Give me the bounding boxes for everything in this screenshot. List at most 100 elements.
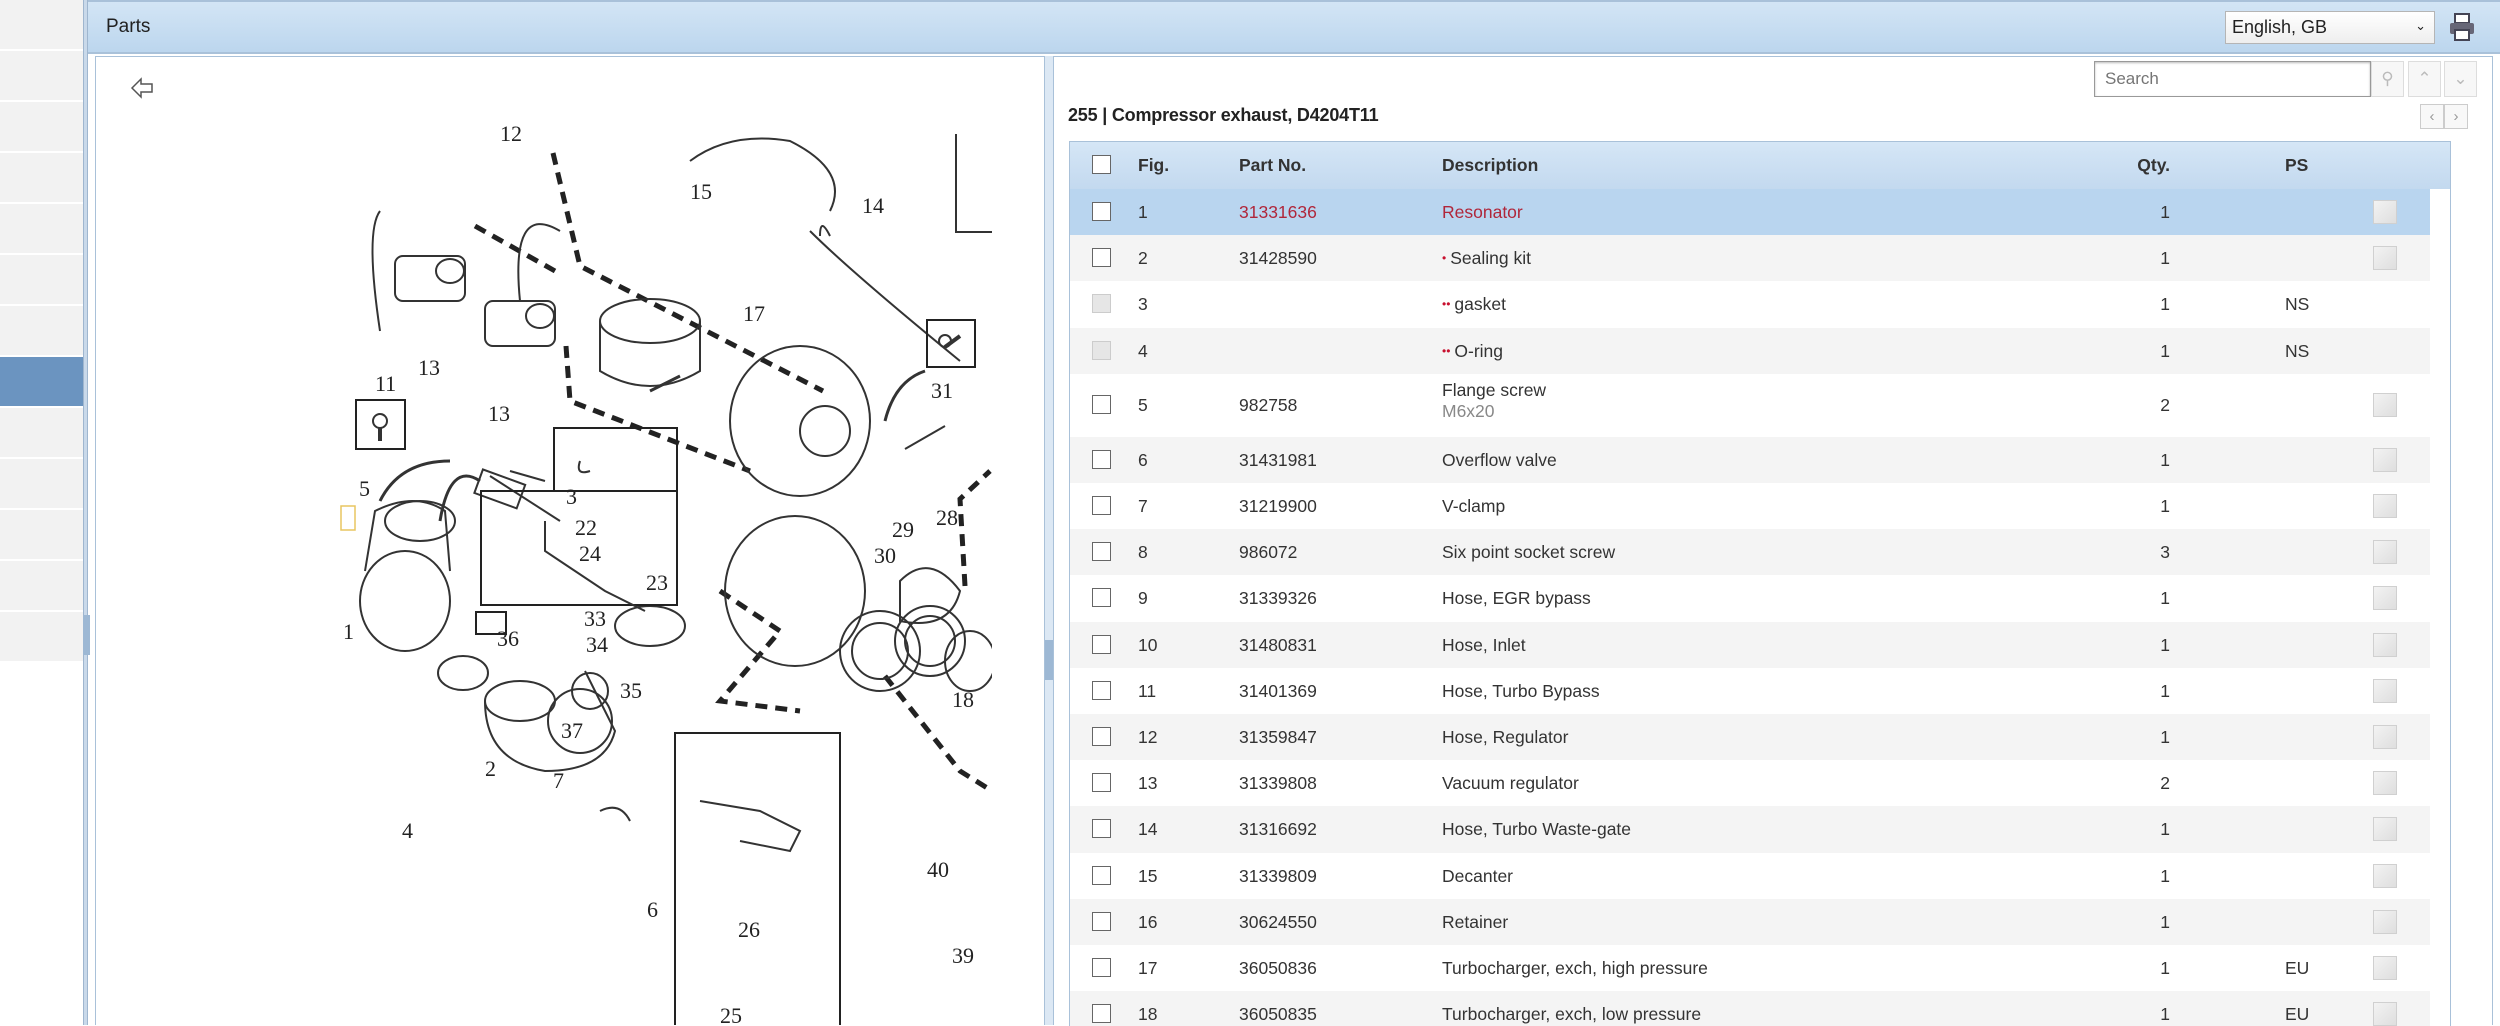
table-row[interactable]: 13 31339808 Vacuum regulator 2 xyxy=(1070,760,2430,806)
header-part-no[interactable]: Part No. xyxy=(1239,155,1306,176)
callout[interactable]: 4 xyxy=(402,818,413,843)
table-row[interactable]: 5 982758 Flange screw M6x20 2 xyxy=(1070,374,2430,437)
part-no-cell[interactable]: 30624550 xyxy=(1239,912,1317,933)
row-checkbox[interactable] xyxy=(1092,340,1111,360)
row-checkbox[interactable] xyxy=(1092,727,1111,746)
row-checkbox[interactable] xyxy=(1092,958,1111,977)
select-all-checkbox[interactable] xyxy=(1092,155,1111,174)
callout[interactable]: 37 xyxy=(561,718,583,743)
callout[interactable]: 22 xyxy=(575,515,597,540)
callout[interactable]: 15 xyxy=(690,179,712,204)
table-row[interactable]: 4 •• O-ring 1 NS xyxy=(1070,327,2430,374)
row-checkbox[interactable] xyxy=(1092,680,1111,700)
callout[interactable]: 6 xyxy=(647,897,658,922)
table-row[interactable]: 14 31316692 Hose, Turbo Waste-gate 1 xyxy=(1070,806,2430,853)
table-row[interactable]: 8 986072 Six point socket screw 3 xyxy=(1070,529,2430,576)
part-no-cell[interactable]: 31359847 xyxy=(1239,727,1317,748)
part-no-cell[interactable]: 986072 xyxy=(1239,542,1297,563)
part-no-cell[interactable]: 36050835 xyxy=(1239,1004,1317,1025)
sidebar-item-selected[interactable] xyxy=(0,357,83,408)
row-checkbox[interactable] xyxy=(1092,202,1111,221)
callout[interactable]: 33 xyxy=(584,606,606,631)
language-select[interactable]: English, GB ⌄ xyxy=(2225,11,2435,44)
note-icon[interactable] xyxy=(2373,956,2397,980)
callout[interactable]: 39 xyxy=(952,943,974,968)
callout[interactable]: 11 xyxy=(375,371,396,396)
header-qty[interactable]: Qty. xyxy=(2110,155,2170,176)
search-input[interactable] xyxy=(2094,61,2371,97)
table-row[interactable]: 2 31428590 • Sealing kit 1 xyxy=(1070,235,2430,282)
search-next-button[interactable]: ⌄ xyxy=(2444,61,2477,97)
callout[interactable]: 2 xyxy=(485,756,496,781)
callout[interactable]: 29 xyxy=(892,517,914,542)
sidebar-item[interactable] xyxy=(0,612,83,663)
table-row[interactable]: 3 •• gasket 1 NS xyxy=(1070,281,2430,327)
callout[interactable]: 40 xyxy=(927,857,949,882)
callout[interactable]: 24 xyxy=(579,541,601,566)
exploded-parts-diagram[interactable]: 12 15 14 17 31 11 13 13 5 3 22 24 23 28 … xyxy=(95,56,1045,1025)
note-icon[interactable] xyxy=(2373,586,2397,611)
row-checkbox[interactable] xyxy=(1092,634,1111,654)
table-row[interactable]: 18 36050835 Turbocharger, exch, low pressu… xyxy=(1070,991,2430,1026)
note-icon[interactable] xyxy=(2373,725,2397,749)
sidebar-item[interactable] xyxy=(0,408,83,459)
callout[interactable]: 3 xyxy=(566,484,577,509)
row-checkbox[interactable] xyxy=(1092,496,1111,515)
note-icon[interactable] xyxy=(2373,817,2397,842)
callout[interactable]: 14 xyxy=(862,193,884,218)
part-no-cell[interactable]: 31316692 xyxy=(1239,819,1317,840)
sidebar-splitter[interactable] xyxy=(83,0,88,1025)
header-fig[interactable]: Fig. xyxy=(1138,155,1169,176)
table-row[interactable]: 15 31339809 Decanter 1 xyxy=(1070,853,2430,899)
part-no-cell[interactable]: 36050836 xyxy=(1239,958,1317,979)
sidebar-item[interactable] xyxy=(0,459,83,510)
print-icon[interactable] xyxy=(2448,12,2476,42)
sidebar-item[interactable] xyxy=(0,510,83,561)
table-row[interactable]: 11 31401369 Hose, Turbo Bypass 1 xyxy=(1070,668,2430,714)
panel-splitter[interactable] xyxy=(1045,56,1053,1025)
note-icon[interactable] xyxy=(2373,246,2397,271)
part-no-cell[interactable]: 31331636 xyxy=(1239,202,1317,223)
row-checkbox[interactable] xyxy=(1092,588,1111,608)
part-no-cell[interactable]: 31401369 xyxy=(1239,681,1317,702)
row-checkbox[interactable] xyxy=(1092,449,1111,469)
sidebar-item[interactable] xyxy=(0,102,83,153)
callout[interactable]: 25 xyxy=(720,1003,742,1025)
part-no-cell[interactable]: 31480831 xyxy=(1239,635,1317,656)
note-icon[interactable] xyxy=(2373,863,2397,888)
next-group-button[interactable]: › xyxy=(2444,104,2468,129)
part-no-cell[interactable]: 31339808 xyxy=(1239,773,1317,794)
sidebar-item[interactable] xyxy=(0,306,83,357)
row-checkbox[interactable] xyxy=(1092,865,1111,885)
note-icon[interactable] xyxy=(2373,1002,2397,1026)
header-description[interactable]: Description xyxy=(1442,155,1538,176)
table-row[interactable]: 9 31339326 Hose, EGR bypass 1 xyxy=(1070,575,2430,621)
callout[interactable]: 13 xyxy=(488,401,510,426)
note-icon[interactable] xyxy=(2373,632,2397,657)
prev-group-button[interactable]: ‹ xyxy=(2420,104,2444,129)
note-icon[interactable] xyxy=(2373,392,2397,417)
callout[interactable]: 34 xyxy=(586,632,608,657)
table-row[interactable]: 10 31480831 Hose, Inlet 1 xyxy=(1070,621,2430,668)
callout[interactable]: 5 xyxy=(359,476,370,501)
callout[interactable]: 17 xyxy=(743,301,765,326)
callout-selected[interactable]: 1 xyxy=(343,619,354,644)
sidebar-item[interactable] xyxy=(0,561,83,612)
note-icon[interactable] xyxy=(2373,540,2397,565)
callout[interactable]: 31 xyxy=(931,378,953,403)
sidebar-item[interactable] xyxy=(0,0,83,51)
callout[interactable]: 13 xyxy=(418,355,440,380)
row-checkbox[interactable] xyxy=(1092,773,1111,793)
search-prev-button[interactable]: ⌃ xyxy=(2408,61,2441,97)
callout[interactable]: 12 xyxy=(500,121,522,146)
row-checkbox[interactable] xyxy=(1092,911,1111,931)
note-icon[interactable] xyxy=(2373,771,2397,796)
row-checkbox[interactable] xyxy=(1092,542,1111,562)
part-no-cell[interactable]: 982758 xyxy=(1239,395,1297,416)
part-no-cell[interactable]: 31219900 xyxy=(1239,496,1317,517)
part-no-cell[interactable]: 31339326 xyxy=(1239,588,1317,609)
callout[interactable]: 30 xyxy=(874,543,896,568)
note-icon[interactable] xyxy=(2373,909,2397,934)
callout[interactable]: 26 xyxy=(738,917,760,942)
sidebar-item[interactable] xyxy=(0,153,83,204)
